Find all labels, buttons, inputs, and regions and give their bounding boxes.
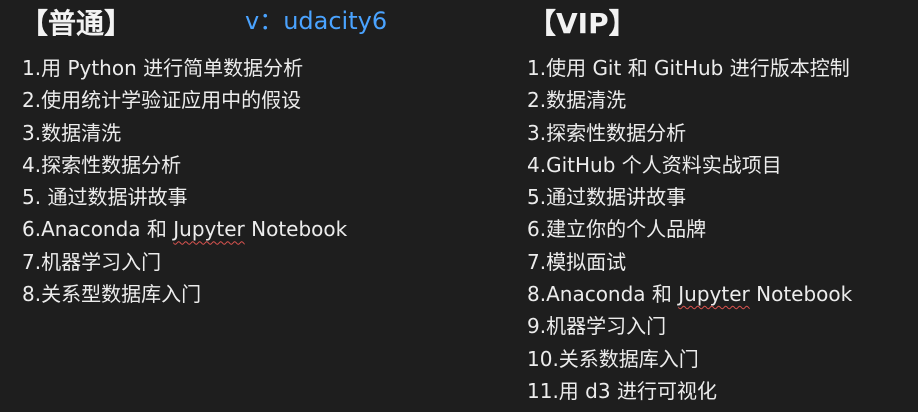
- regular-section-title: 【普通】: [20, 7, 133, 40]
- list-item: 8.关系型数据库入门: [22, 282, 202, 307]
- vip-course-list: 1.使用 Git 和 GitHub 进行版本控制 2.数据清洗 3.探索性数据分…: [527, 52, 852, 407]
- regular-course-list: 1.用 Python 进行简单数据分析 2.使用统计学验证应用中的假设 3.数据…: [22, 52, 347, 310]
- list-item: 5. 通过数据讲故事: [22, 185, 188, 210]
- list-item: 1.使用 Git 和 GitHub 进行版本控制: [527, 56, 850, 80]
- vip-section-title: 【VIP】: [528, 7, 637, 40]
- list-item: 1.用 Python 进行简单数据分析: [22, 56, 304, 80]
- list-item: 4.GitHub 个人资料实战项目: [527, 152, 782, 177]
- list-item: 10.关系数据库入门: [527, 346, 699, 371]
- list-item: 9.机器学习入门: [527, 314, 667, 339]
- list-item: 4.探索性数据分析: [22, 152, 182, 177]
- list-item: 7.机器学习入门: [22, 249, 162, 274]
- list-item: 5.通过数据讲故事: [527, 185, 687, 210]
- list-item: 6.建立你的个人品牌: [527, 217, 707, 242]
- list-item: 6.Anaconda 和 Jupyter Notebook: [22, 217, 348, 242]
- spellcheck-underline: Jupyter: [173, 217, 245, 242]
- list-item: 3.数据清洗: [22, 120, 122, 145]
- spellcheck-underline: Jupyter: [678, 282, 750, 307]
- list-item: 2.使用统计学验证应用中的假设: [22, 88, 302, 113]
- list-item: 8.Anaconda 和 Jupyter Notebook: [527, 282, 853, 307]
- contact-text: v：udacity6: [245, 7, 388, 35]
- list-item: 11.用 d3 进行可视化: [527, 378, 717, 403]
- list-item: 3.探索性数据分析: [527, 120, 687, 145]
- list-item: 7.模拟面试: [527, 249, 627, 274]
- list-item: 2.数据清洗: [527, 88, 627, 113]
